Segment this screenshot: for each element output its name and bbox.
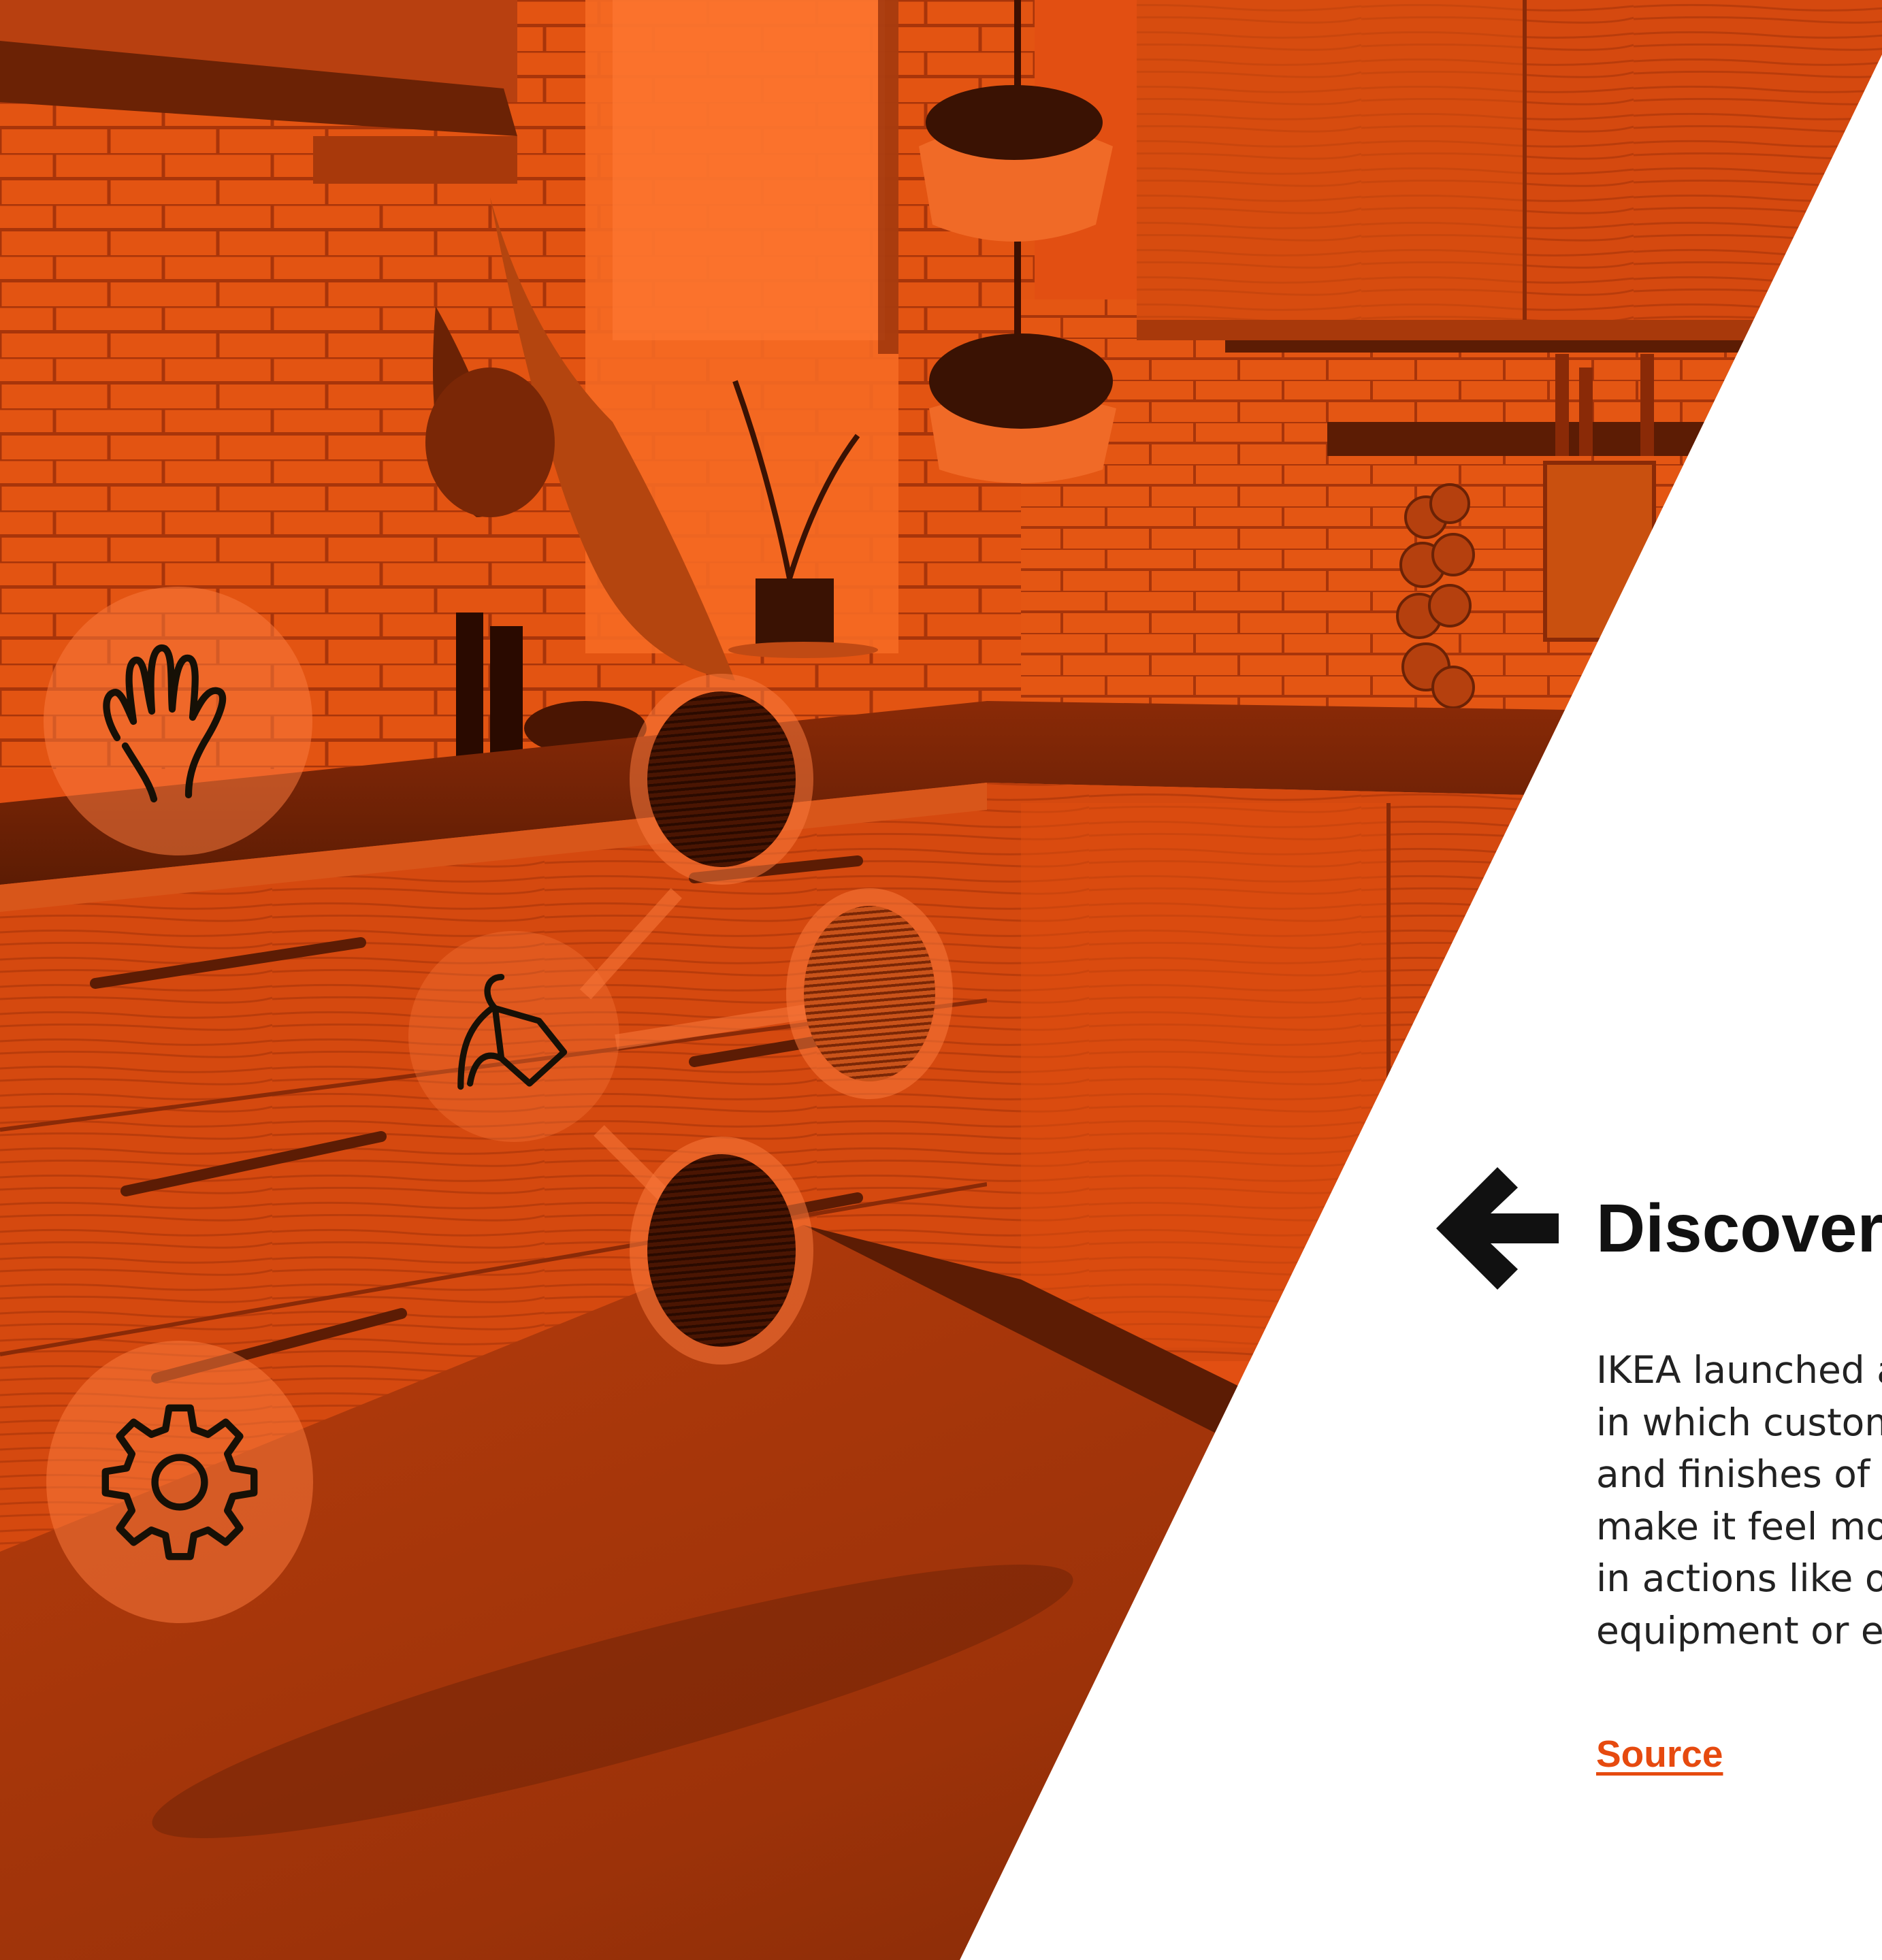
kitchen-photo	[0, 0, 1882, 1960]
paint-bucket-icon	[457, 974, 568, 1090]
paint-button[interactable]	[408, 931, 619, 1142]
description-line: in which custom	[1596, 1400, 1882, 1444]
hand-icon	[102, 644, 226, 802]
finish-swatch-dark-ash[interactable]	[630, 1137, 813, 1365]
settings-button[interactable]	[46, 1341, 313, 1623]
description-line: make it feel mo	[1596, 1504, 1882, 1548]
description-line: equipment or ev	[1596, 1608, 1882, 1652]
arrow-left-icon	[1436, 1167, 1559, 1290]
description-text: IKEA launched a in which custom and fini…	[1596, 1344, 1882, 1656]
description-line: in actions like o	[1596, 1556, 1882, 1600]
hand-button[interactable]	[44, 587, 312, 855]
description-line: IKEA launched a	[1596, 1348, 1882, 1392]
back-arrow-button[interactable]	[1429, 1160, 1565, 1296]
description-line: and finishes of t	[1596, 1452, 1882, 1496]
page: Discover IKEA launched a in which custom…	[0, 0, 1882, 1960]
finish-swatch-light-oak[interactable]	[786, 888, 953, 1099]
section-heading: Discover	[1596, 1190, 1882, 1267]
finish-swatch-dark-walnut[interactable]	[630, 674, 813, 885]
source-link[interactable]: Source	[1596, 1730, 1723, 1778]
gear-icon	[101, 1404, 258, 1560]
